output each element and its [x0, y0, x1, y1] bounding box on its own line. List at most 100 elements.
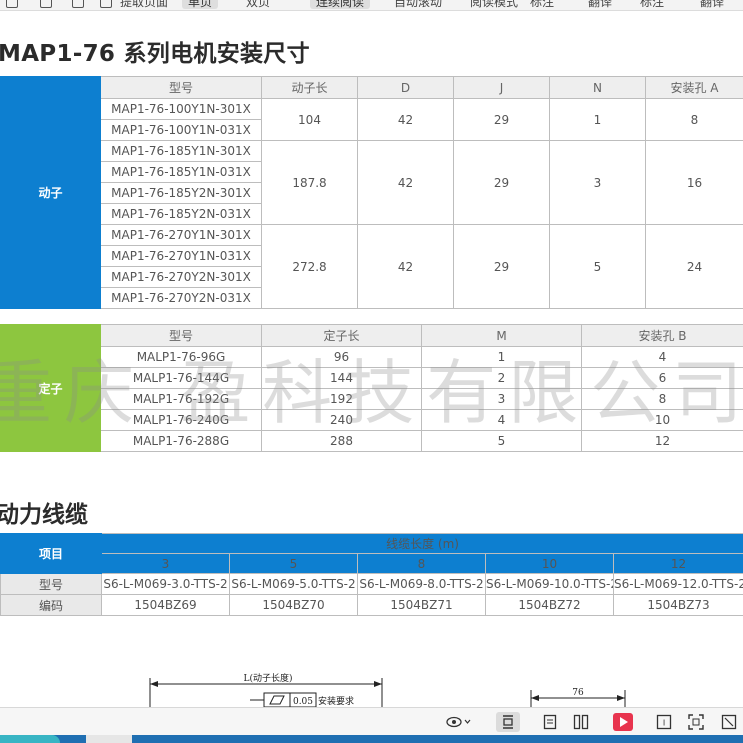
header-n: N	[549, 76, 646, 99]
two-page-icon[interactable]	[569, 712, 593, 732]
table-cell-length: 96	[261, 346, 422, 368]
table-cell-n: 3	[549, 140, 646, 225]
table-cell-model: MAP1-76-270Y2N-301X	[100, 266, 262, 288]
dim-76-label: 76	[572, 688, 584, 698]
table-cell-model: S6-L-M069-10.0-TTS-2	[485, 573, 614, 595]
section-title-motor-dimensions: MAP1-76 系列电机安装尺寸	[0, 41, 310, 67]
table-cell-model: MAP1-76-185Y1N-301X	[100, 140, 262, 162]
header-d: D	[357, 76, 454, 99]
header-hole-a: 安装孔 A	[645, 76, 743, 99]
table-cell-model: MAP1-76-270Y1N-031X	[100, 245, 262, 267]
table-cell-a: 8	[645, 98, 743, 141]
eye-icon[interactable]	[444, 712, 474, 732]
table-cell-a: 24	[645, 224, 743, 309]
table-cell-code: 1504BZ71	[357, 594, 486, 616]
taskbar	[0, 735, 743, 743]
tb-annotate-2[interactable]: 标注	[640, 0, 664, 10]
table-cell-length: 104	[261, 98, 358, 141]
table-cell-code: 1504BZ73	[612, 594, 743, 616]
table-cell-model: S6-L-M069-3.0-TTS-2	[101, 573, 230, 595]
table-cell-model: MALP1-76-96G	[100, 346, 262, 368]
ocr-icon[interactable]: I	[652, 712, 676, 732]
table-cell-code: 1504BZ72	[485, 594, 614, 616]
table-cell-d: 42	[357, 140, 454, 225]
tb-translate-2[interactable]: 翻译	[700, 0, 724, 10]
tb-auto-scroll[interactable]: 自动滚动	[394, 0, 442, 10]
taskbar-start[interactable]	[0, 735, 60, 743]
tb-single-page[interactable]: 单页	[182, 0, 219, 9]
table-cell-m: 5	[421, 430, 582, 452]
tb-translate[interactable]: 翻译	[588, 0, 612, 10]
cable-length-5: 5	[229, 553, 358, 574]
table-cell-b: 4	[581, 346, 743, 368]
table-cell-model: MALP1-76-240G	[100, 409, 262, 431]
more-icon[interactable]	[717, 712, 741, 732]
extract-page-icon[interactable]	[100, 0, 112, 8]
table-cell-j: 29	[453, 140, 550, 225]
header-j: J	[453, 76, 550, 99]
stator-table: 定子 型号 定子长 M 安装孔 B MALP1-76-96G 96 1 4 MA…	[0, 324, 743, 452]
cable-code-label: 编码	[0, 594, 102, 616]
cable-item-label: 项目	[0, 533, 102, 574]
table-cell-n: 1	[549, 98, 646, 141]
top-toolbar: 提取页面 单页 双页 连续阅读 自动滚动 阅读模式 标注 翻译 标注 翻译	[0, 0, 743, 11]
table-cell-j: 29	[453, 98, 550, 141]
rotate-icon[interactable]	[72, 0, 84, 8]
table-cell-model: MAP1-76-270Y2N-031X	[100, 287, 262, 309]
table-cell-m: 3	[421, 388, 582, 410]
table-cell-length: 272.8	[261, 224, 358, 309]
header-model: 型号	[100, 76, 262, 99]
cable-length-header: 线缆长度 (m)	[100, 533, 743, 554]
table-cell-model: MAP1-76-100Y1N-301X	[100, 98, 262, 120]
table-cell-b: 12	[581, 430, 743, 452]
table-cell-b: 6	[581, 367, 743, 389]
arrow-left-icon	[150, 681, 158, 687]
requirement-label: 安装要求	[318, 695, 354, 707]
header-stator-length: 定子长	[261, 324, 422, 347]
cable-length-10: 10	[485, 553, 614, 574]
table-cell-model: MAP1-76-100Y1N-031X	[100, 119, 262, 141]
table-cell-model: MAP1-76-270Y1N-301X	[100, 224, 262, 246]
table-cell-j: 29	[453, 224, 550, 309]
page-icon[interactable]	[6, 0, 18, 8]
header-rotor-length: 动子长	[261, 76, 358, 99]
table-cell-m: 4	[421, 409, 582, 431]
fit-width-icon[interactable]	[496, 712, 520, 732]
tb-read-mode[interactable]: 阅读模式	[470, 0, 518, 10]
header-hole-b: 安装孔 B	[581, 324, 743, 347]
table-cell-model: S6-L-M069-8.0-TTS-2	[357, 573, 486, 595]
table-cell-code: 1504BZ69	[101, 594, 230, 616]
table-cell-n: 5	[549, 224, 646, 309]
arrow-right-icon	[617, 695, 625, 701]
stator-group-label: 定子	[0, 324, 101, 452]
table-cell-model: MAP1-76-185Y1N-031X	[100, 161, 262, 183]
table-cell-code: 1504BZ70	[229, 594, 358, 616]
length-label: L(动子长度)	[244, 672, 293, 684]
svg-text:I: I	[663, 719, 665, 728]
header-m: M	[421, 324, 582, 347]
tb-double-page[interactable]: 双页	[246, 0, 270, 10]
taskbar-app-tab[interactable]	[86, 735, 132, 743]
table-cell-a: 16	[645, 140, 743, 225]
table-cell-d: 42	[357, 98, 454, 141]
table-cell-model: S6-L-M069-12.0-TTS-2	[612, 573, 743, 595]
screenshot-icon[interactable]	[684, 712, 708, 732]
table-cell-length: 187.8	[261, 140, 358, 225]
export-icon[interactable]	[40, 0, 52, 8]
table-cell-model: S6-L-M069-5.0-TTS-2	[229, 573, 358, 595]
single-page-icon[interactable]	[538, 712, 562, 732]
table-cell-length: 144	[261, 367, 422, 389]
table-cell-length: 288	[261, 430, 422, 452]
tb-annotate[interactable]: 标注	[530, 0, 554, 10]
tb-continuous[interactable]: 连续阅读	[310, 0, 371, 9]
rotor-table: 动子 型号 动子长 D J N 安装孔 A MAP1-76-100Y1N-301…	[0, 76, 743, 309]
tb-extract-page[interactable]: 提取页面	[120, 0, 168, 10]
cable-length-8: 8	[357, 553, 486, 574]
play-icon[interactable]	[611, 712, 635, 732]
cable-length-12: 12	[612, 553, 743, 574]
table-cell-m: 2	[421, 367, 582, 389]
cable-model-label: 型号	[0, 573, 102, 595]
table-cell-length: 240	[261, 409, 422, 431]
table-cell-model: MAP1-76-185Y2N-301X	[100, 182, 262, 204]
arrow-left-icon	[531, 695, 539, 701]
